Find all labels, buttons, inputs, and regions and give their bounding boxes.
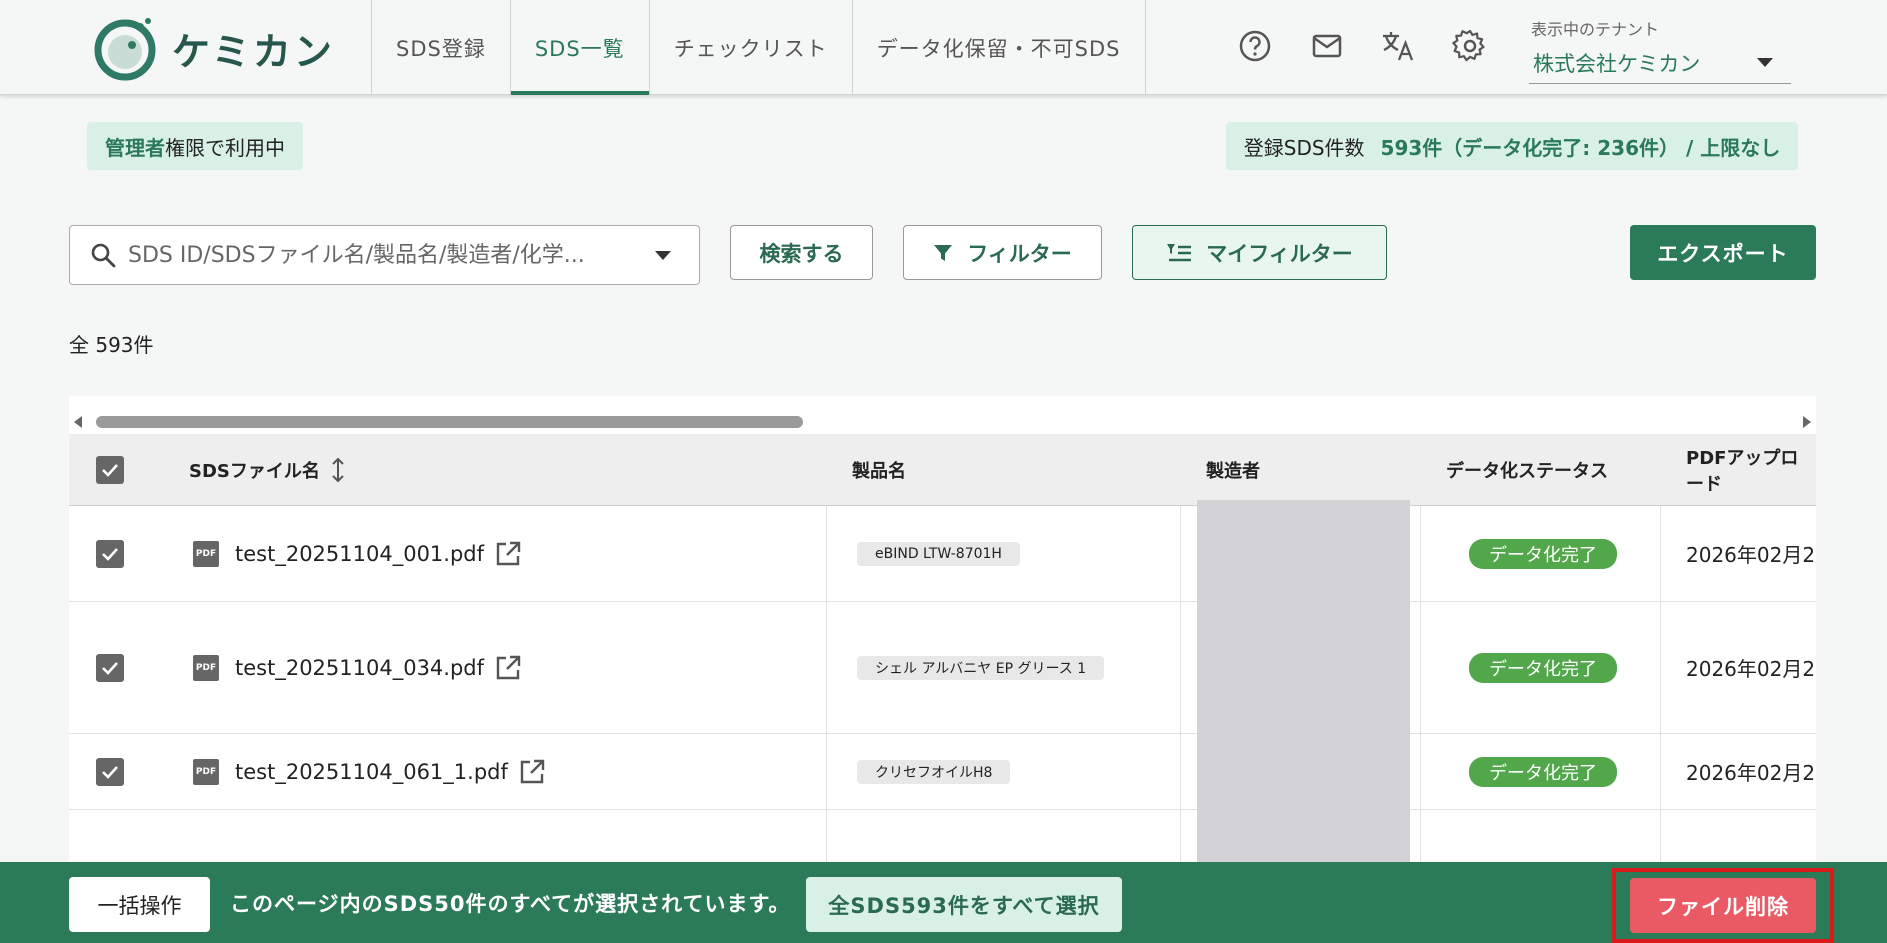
- delete-file-button[interactable]: ファイル削除: [1630, 878, 1816, 933]
- product-chip: クリセフオイルH8: [857, 759, 1011, 784]
- check-icon: [102, 661, 118, 675]
- mail-icon[interactable]: [1309, 28, 1345, 64]
- bulk-operation-button[interactable]: 一括操作: [69, 877, 210, 932]
- my-filter-icon: [1167, 243, 1192, 261]
- role-name: 管理者: [105, 135, 165, 160]
- row-checkbox[interactable]: [96, 757, 124, 786]
- tab-pending-sds[interactable]: データ化保留・不可SDS: [851, 0, 1146, 95]
- sort-icon[interactable]: [330, 457, 346, 483]
- column-filename-label: SDSファイル名: [189, 461, 320, 482]
- pdf-icon: PDF: [193, 654, 219, 681]
- search-button-label: 検索する: [759, 241, 844, 266]
- translate-icon[interactable]: [1380, 28, 1416, 64]
- column-header-product[interactable]: 製品名: [852, 434, 906, 506]
- sds-count-label: 登録SDS件数: [1243, 135, 1365, 160]
- check-icon: [102, 765, 118, 779]
- logo[interactable]: ケミカン: [92, 15, 335, 81]
- search-icon: [91, 243, 116, 268]
- bulk-action-bar: 一括操作 このページ内のSDS50件のすべてが選択されています。 全SDS593…: [0, 862, 1887, 943]
- sds-count-badge: 登録SDS件数 593件（データ化完了: 236件） / 上限なし: [1226, 122, 1798, 170]
- logo-text: ケミカン: [172, 29, 335, 74]
- check-icon: [102, 547, 118, 561]
- table-row[interactable]: PDF test_20251104_034.pdf シェル アルバニヤ EP グ…: [69, 602, 1816, 734]
- upload-date: 2026年02月25: [1686, 657, 1816, 681]
- file-name[interactable]: test_20251104_034.pdf: [235, 656, 484, 680]
- pdf-icon: PDF: [193, 758, 219, 785]
- status-badge: データ化完了: [1469, 756, 1617, 787]
- app-header: ケミカン SDS登録 SDS一覧 チェックリスト データ化保留・不可SDS 表示…: [0, 0, 1887, 95]
- select-all-sds-button[interactable]: 全SDS593件をすべて選択: [806, 877, 1122, 932]
- tab-sds-list[interactable]: SDS一覧: [509, 0, 649, 95]
- open-external-icon[interactable]: [518, 758, 546, 786]
- product-chip: eBIND LTW-8701H: [857, 541, 1020, 566]
- row-checkbox[interactable]: [96, 653, 124, 682]
- my-filter-button[interactable]: マイフィルター: [1132, 225, 1387, 280]
- filter-button[interactable]: フィルター: [903, 225, 1102, 280]
- logo-icon: [94, 18, 156, 81]
- upload-date: 2026年02月25: [1686, 761, 1816, 785]
- column-header-manufacturer[interactable]: 製造者: [1206, 434, 1260, 506]
- tab-checklist[interactable]: チェックリスト: [648, 0, 852, 95]
- filter-icon: [934, 244, 953, 261]
- search-button[interactable]: 検索する: [730, 225, 873, 280]
- search-input[interactable]: [128, 242, 618, 268]
- column-header-status[interactable]: データ化ステータス: [1446, 434, 1608, 506]
- pdf-icon: PDF: [193, 540, 219, 567]
- tenant-label: 表示中のテナント: [1531, 20, 1660, 39]
- column-header-upload-date[interactable]: PDFアップロード: [1686, 434, 1816, 506]
- status-badge: データ化完了: [1469, 538, 1617, 569]
- export-button[interactable]: エクスポート: [1630, 225, 1816, 280]
- role-badge: 管理者 権限で利用中: [87, 122, 303, 170]
- open-external-icon[interactable]: [494, 654, 522, 682]
- product-chip: シェル アルバニヤ EP グリース 1: [857, 655, 1105, 680]
- table-row[interactable]: PDF test_20251104_001.pdf eBIND LTW-8701…: [69, 506, 1816, 602]
- scroll-right-arrow-icon[interactable]: [1803, 416, 1811, 428]
- filter-button-label: フィルター: [967, 241, 1072, 266]
- export-button-label: エクスポート: [1657, 241, 1789, 266]
- scrollbar-thumb[interactable]: [96, 416, 803, 428]
- scroll-left-arrow-icon[interactable]: [74, 416, 82, 428]
- status-badge: データ化完了: [1469, 652, 1617, 683]
- main-nav-tabs: SDS登録 SDS一覧 チェックリスト データ化保留・不可SDS: [371, 0, 1146, 95]
- chevron-down-icon: [1757, 58, 1773, 67]
- settings-icon[interactable]: [1452, 28, 1488, 64]
- check-icon: [102, 464, 118, 477]
- file-name[interactable]: test_20251104_061_1.pdf: [235, 760, 508, 784]
- table-row[interactable]: PDF test_20251104_061_1.pdf クリセフオイルH8 デー…: [69, 734, 1816, 810]
- my-filter-button-label: マイフィルター: [1206, 241, 1353, 266]
- tenant-value: 株式会社ケミカン: [1533, 51, 1701, 76]
- search-box[interactable]: [69, 225, 700, 285]
- column-header-filename[interactable]: SDSファイル名: [189, 434, 346, 506]
- open-external-icon[interactable]: [494, 540, 522, 568]
- row-checkbox[interactable]: [96, 539, 124, 568]
- help-icon[interactable]: [1237, 28, 1273, 64]
- upload-date: 2026年02月25: [1686, 543, 1816, 567]
- horizontal-scrollbar[interactable]: [69, 396, 1816, 436]
- total-count: 全 593件: [69, 333, 154, 357]
- tenant-select[interactable]: 株式会社ケミカン: [1529, 42, 1791, 84]
- select-all-checkbox[interactable]: [96, 456, 124, 484]
- table-header: SDSファイル名 製品名 製造者 データ化ステータス PDFアップロード: [69, 434, 1816, 506]
- file-name[interactable]: test_20251104_001.pdf: [235, 542, 484, 566]
- tab-sds-register[interactable]: SDS登録: [371, 0, 510, 95]
- sds-count-value: 593件（データ化完了: 236件） / 上限なし: [1380, 135, 1781, 160]
- chevron-down-icon[interactable]: [655, 251, 671, 260]
- selection-status-text: このページ内のSDS50件のすべてが選択されています。: [230, 891, 791, 916]
- manufacturer-redacted-area: [1197, 500, 1410, 864]
- role-text: 権限で利用中: [165, 135, 285, 160]
- sds-table: SDSファイル名 製品名 製造者 データ化ステータス PDFアップロード PDF…: [69, 434, 1816, 864]
